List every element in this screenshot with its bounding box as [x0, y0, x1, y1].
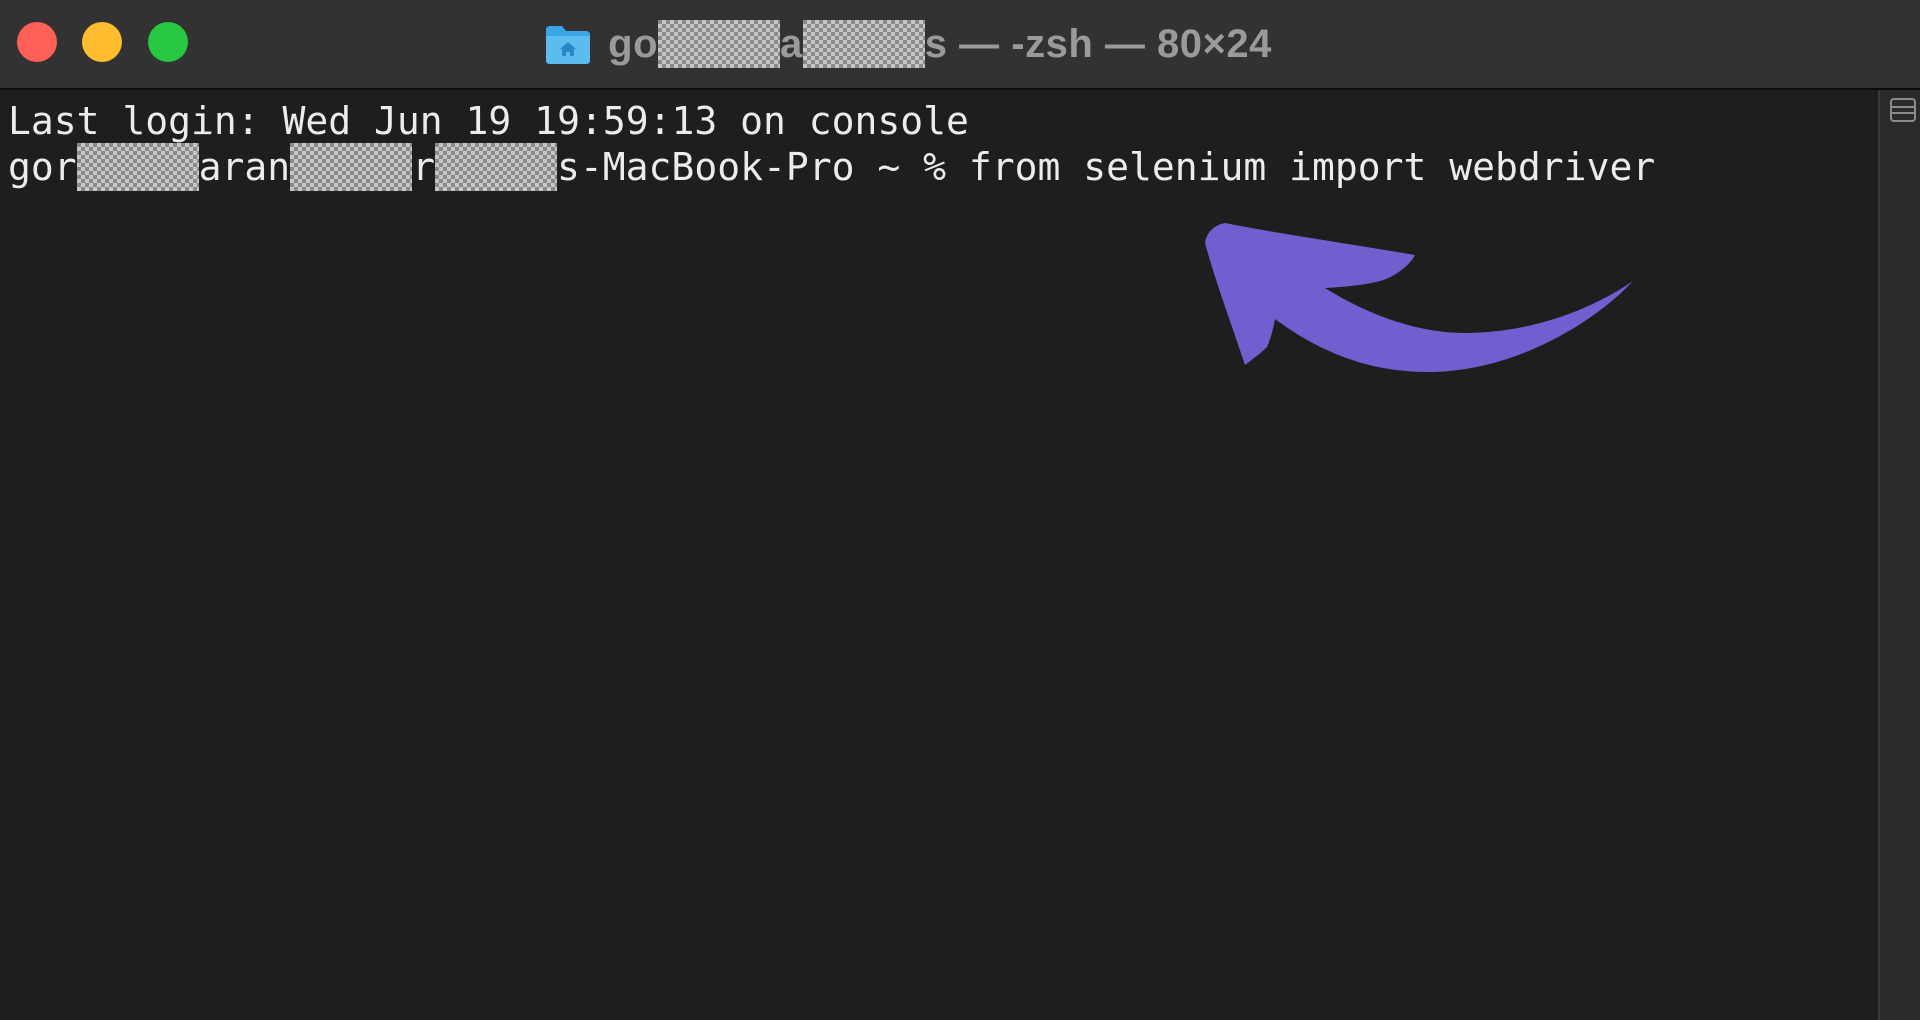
curved-arrow-icon — [1205, 223, 1633, 372]
last-login-text: Last login: Wed Jun 19 19:59:13 on conso… — [8, 99, 969, 143]
last-login-line: Last login: Wed Jun 19 19:59:13 on conso… — [8, 98, 1880, 144]
redacted-block — [290, 143, 413, 191]
split-pane-icon[interactable] — [1890, 98, 1916, 122]
title-prefix: go — [608, 21, 659, 66]
terminal-window: go a s — -zsh — 80×24 Last login: Wed Jun … — [0, 0, 1920, 1020]
title-middle: a — [780, 21, 803, 66]
redacted-block — [76, 143, 199, 191]
redacted-block — [802, 20, 925, 68]
prompt-text: gor — [8, 145, 77, 189]
title-suffix: s — -zsh — 80×24 — [924, 21, 1272, 66]
prompt-text: s-MacBook-Pro ~ % — [557, 145, 969, 189]
title-bar[interactable]: go a s — -zsh — 80×24 — [0, 0, 1920, 90]
redacted-block — [435, 143, 558, 191]
command-text: from selenium import webdriver — [968, 145, 1656, 189]
scrollbar[interactable] — [1878, 90, 1920, 1020]
command-line[interactable]: gor aran r s-MacBook-Pro ~ % from selenium … — [8, 143, 1880, 191]
prompt-text: aran — [198, 145, 291, 189]
redacted-block — [658, 20, 781, 68]
prompt-text: r — [412, 145, 436, 189]
window-title: go a s — -zsh — 80×24 — [0, 0, 1920, 88]
home-folder-icon — [546, 26, 591, 64]
